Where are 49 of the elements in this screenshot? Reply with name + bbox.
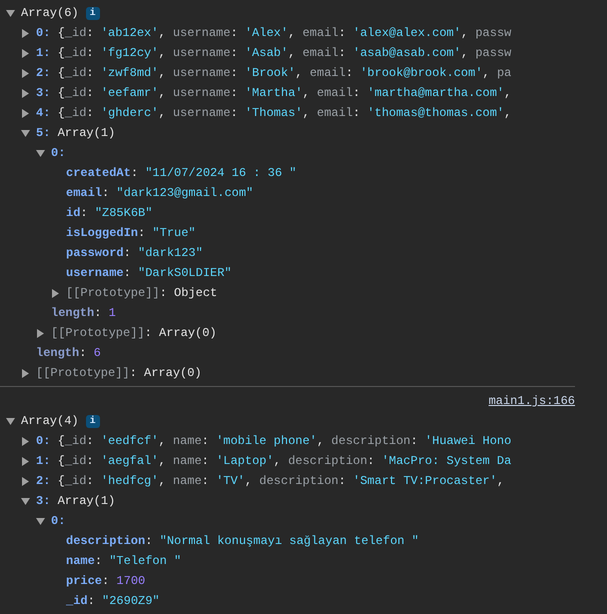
caret-down-icon[interactable] [36, 516, 45, 526]
console-line: 3: Array(1) [36, 494, 116, 508]
caret-right-icon[interactable] [21, 48, 30, 58]
console-line: description: "Normal konuşmayı sağlayan telefon " [66, 534, 419, 548]
console-line: _id: "2690Z9" [66, 594, 160, 608]
caret-down-icon[interactable] [6, 416, 15, 426]
caret-right-icon[interactable] [51, 288, 60, 298]
console-line: 0: {_id: 'ab12ex', username: 'Alex', email: 'alex@alex.com', passw [36, 26, 512, 40]
caret-down-icon[interactable] [21, 496, 30, 506]
caret-down-icon[interactable] [6, 8, 15, 18]
info-badge[interactable]: i [86, 414, 100, 428]
console-line: 5: Array(1) [36, 126, 116, 140]
console-line: 0: {_id: 'eedfcf', name: 'mobile phone', description: 'Huawei Hono [36, 434, 512, 448]
caret-right-icon[interactable] [21, 436, 30, 446]
caret-right-icon[interactable] [21, 68, 30, 78]
caret-right-icon[interactable] [21, 108, 30, 118]
caret-right-icon[interactable] [21, 456, 30, 466]
console-line: name: "Telefon " [66, 554, 182, 568]
caret-right-icon[interactable] [36, 328, 45, 338]
console-line: 3: {_id: 'eefamr', username: 'Martha', email: 'martha@martha.com', [36, 86, 512, 100]
console-line: 0: [51, 514, 66, 528]
console-line: username: "DarkS0LDIER" [66, 266, 232, 280]
source-link[interactable]: main1.js:166 [488, 394, 575, 408]
console-line: isLoggedIn: "True" [66, 226, 196, 240]
info-badge[interactable]: i [86, 6, 100, 20]
console-line: email: "dark123@gmail.com" [66, 186, 254, 200]
caret-right-icon[interactable] [21, 28, 30, 38]
console-line: 1: {_id: 'fg12cy', username: 'Asab', email: 'asab@asab.com', passw [36, 46, 512, 60]
console-line: [[Prototype]]: Array(0) [36, 366, 202, 380]
console-line: length: 6 [36, 346, 101, 360]
caret-right-icon[interactable] [21, 476, 30, 486]
console-line: Array(4) [21, 414, 79, 428]
console-line: [[Prototype]]: Object [66, 286, 218, 300]
caret-down-icon[interactable] [21, 128, 30, 138]
console-line: 2: {_id: 'hedfcg', name: 'TV', description: 'Smart TV:Procaster', [36, 474, 504, 488]
console-line: price: 1700 [66, 574, 146, 588]
caret-right-icon[interactable] [21, 88, 30, 98]
console-line: [[Prototype]]: Array(0) [51, 326, 217, 340]
console-line: 4: {_id: 'ghderc', username: 'Thomas', email: 'thomas@thomas.com', [36, 106, 512, 120]
console-line: 0: [51, 146, 66, 160]
console-line: 1: {_id: 'aegfal', name: 'Laptop', description: 'MacPro: System Da [36, 454, 512, 468]
caret-right-icon[interactable] [21, 368, 30, 378]
console-line: Array(6) [21, 6, 79, 20]
caret-down-icon[interactable] [36, 148, 45, 158]
console-line: password: "dark123" [66, 246, 203, 260]
console-line: length: 1 [51, 306, 116, 320]
console-line: 2: {_id: 'zwf8md', username: 'Brook', email: 'brook@brook.com', pa [36, 66, 512, 80]
console-line: createdAt: "11/07/2024 16 : 36 " [66, 166, 296, 180]
console-line: id: "Z85K6B" [66, 206, 152, 220]
